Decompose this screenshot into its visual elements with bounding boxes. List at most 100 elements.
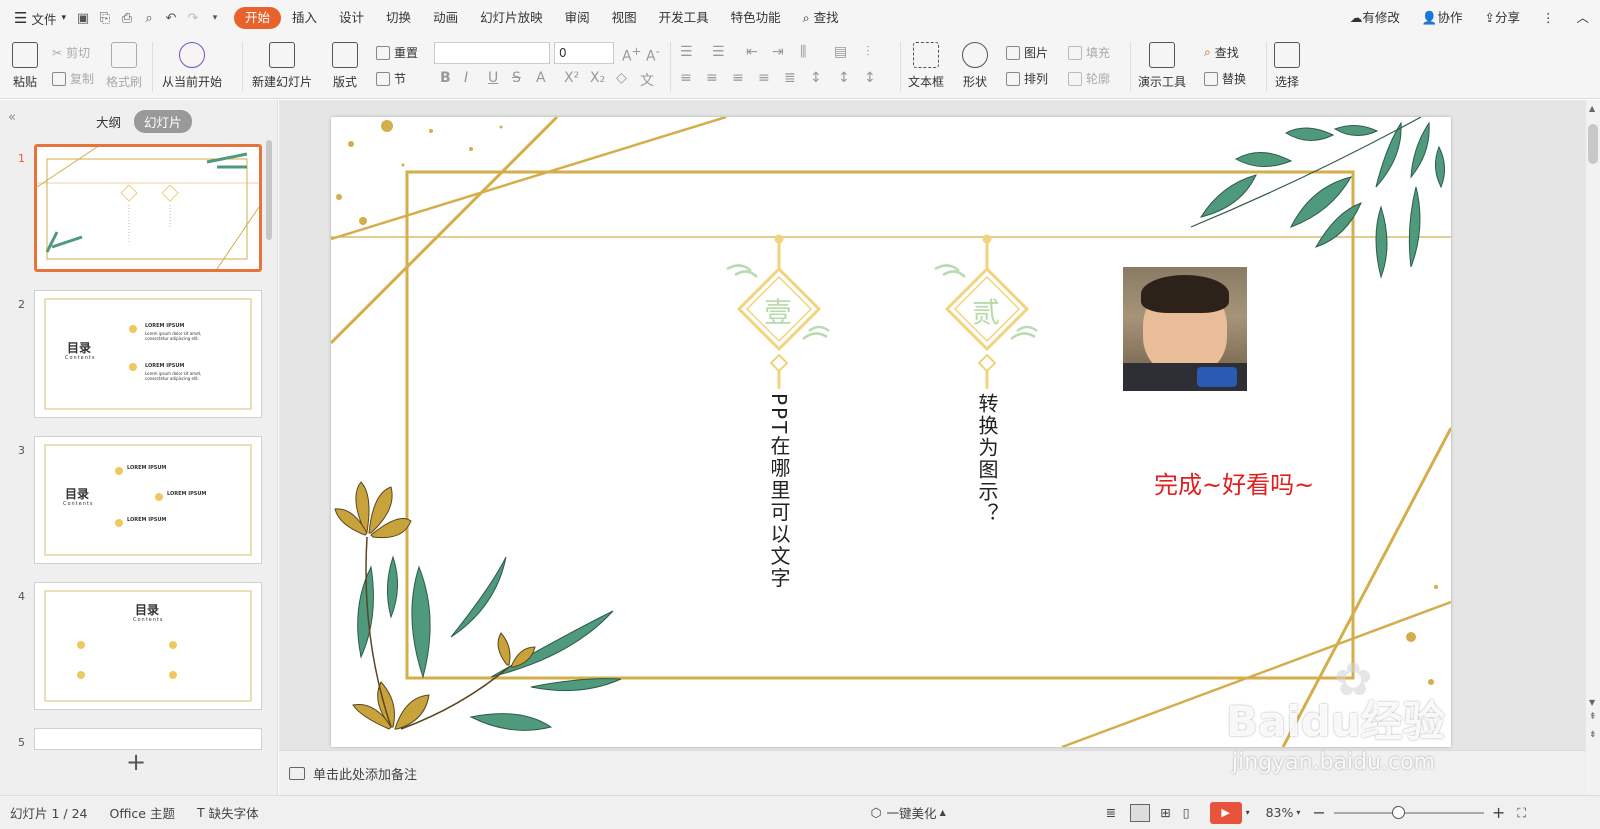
line-spacing-icon[interactable]: ↕ bbox=[810, 70, 822, 86]
strikethrough-icon[interactable]: S bbox=[512, 70, 521, 86]
sorter-view-icon[interactable]: ⊞ bbox=[1160, 805, 1170, 820]
slide-thumbnail-4[interactable]: 目录 Contents bbox=[34, 582, 262, 710]
zoom-out-button[interactable]: − bbox=[1312, 803, 1325, 822]
text-effect-icon[interactable]: 文 bbox=[640, 70, 654, 90]
layout-button[interactable]: 版式 bbox=[332, 42, 358, 90]
shape-button[interactable]: 形状 bbox=[962, 42, 988, 90]
print-icon[interactable]: ⎙ bbox=[116, 7, 138, 29]
replace-button[interactable]: 替换 bbox=[1204, 70, 1246, 87]
picture-button[interactable]: 图片 bbox=[1006, 44, 1048, 61]
tab-developer[interactable]: 开发工具 bbox=[648, 7, 720, 29]
decrease-indent-icon[interactable]: ⇤ bbox=[746, 44, 758, 60]
save-icon[interactable]: ▣ bbox=[72, 7, 94, 29]
tab-slides[interactable]: 幻灯片 bbox=[134, 110, 192, 133]
paste-button[interactable]: 粘贴 bbox=[12, 42, 38, 90]
collapse-panel-icon[interactable]: « bbox=[8, 110, 16, 125]
bold-icon[interactable]: B bbox=[440, 70, 451, 86]
tab-special-features[interactable]: 特色功能 bbox=[720, 7, 792, 29]
paragraph-spacing-icon[interactable]: ↕ bbox=[838, 70, 850, 86]
undo-icon[interactable]: ↶ bbox=[160, 7, 182, 29]
slide-thumbnail-2[interactable]: 目录 Contents LOREM IPSUM Lorem ipsum dolo… bbox=[34, 290, 262, 418]
slide-caption[interactable]: 完成~好看吗~ bbox=[1154, 465, 1314, 500]
distributed-icon[interactable]: ≣ bbox=[784, 70, 796, 86]
find-button[interactable]: ⌕ 查找 bbox=[1204, 44, 1239, 61]
zoom-slider[interactable] bbox=[1333, 805, 1484, 819]
tab-animations[interactable]: 动画 bbox=[422, 7, 469, 29]
notes-view-icon[interactable]: ≣ bbox=[1106, 805, 1116, 820]
missing-font-button[interactable]: T 缺失字体 bbox=[197, 803, 259, 822]
align-center-icon[interactable]: ≡ bbox=[706, 70, 718, 86]
vertical-text-1[interactable]: PPT在哪里可以文字 bbox=[765, 393, 794, 589]
next-slide-icon[interactable]: ⇟ bbox=[1589, 730, 1597, 740]
presenter-tools-button[interactable]: 演示工具 bbox=[1138, 42, 1186, 90]
increase-font-icon[interactable]: A+ bbox=[622, 44, 641, 65]
prev-slide-icon[interactable]: ⇞ bbox=[1589, 712, 1597, 722]
play-from-current-button[interactable]: 从当前开始 bbox=[162, 42, 222, 90]
subscript-icon[interactable]: X₂ bbox=[590, 70, 605, 86]
zoom-dropdown-icon[interactable]: ▾ bbox=[1296, 808, 1300, 817]
select-button[interactable]: 选择 bbox=[1274, 42, 1300, 90]
justify-icon[interactable]: ≡ bbox=[758, 70, 770, 86]
share-button[interactable]: ⇪分享 bbox=[1473, 7, 1531, 29]
align-right-icon[interactable]: ≡ bbox=[732, 70, 744, 86]
arrange-button[interactable]: 排列 bbox=[1006, 70, 1048, 87]
fill-button[interactable]: 填充 bbox=[1068, 44, 1110, 61]
vertical-text-2[interactable]: 转换为图示？ bbox=[973, 393, 1002, 525]
new-slide-button[interactable]: 新建幻灯片 bbox=[252, 42, 312, 90]
more-options-icon[interactable]: ⋮ bbox=[1531, 7, 1566, 29]
tab-slideshow[interactable]: 幻灯片放映 bbox=[469, 7, 554, 29]
collaborate-button[interactable]: 👤协作 bbox=[1411, 7, 1474, 29]
decrease-font-icon[interactable]: A- bbox=[646, 44, 660, 65]
numbered-list-icon[interactable]: ☰ bbox=[712, 44, 725, 60]
vertical-scrollbar[interactable]: ▲ ▼ ⇞ ⇟ bbox=[1586, 100, 1600, 795]
underline-icon[interactable]: U bbox=[488, 70, 498, 86]
zoom-value[interactable]: 83% bbox=[1266, 805, 1294, 820]
normal-view-icon[interactable] bbox=[1130, 803, 1151, 822]
bullet-list-icon[interactable]: ☰ bbox=[680, 44, 693, 60]
export-icon[interactable]: ⎘ bbox=[94, 7, 116, 29]
format-painter-button[interactable]: 格式刷 bbox=[106, 42, 142, 90]
thumbnail-scrollbar[interactable] bbox=[266, 140, 272, 240]
tab-review[interactable]: 审阅 bbox=[554, 7, 601, 29]
slide-thumbnail-1[interactable] bbox=[34, 144, 262, 272]
beautify-button[interactable]: ⬡ 一键美化 ▲ bbox=[871, 803, 946, 822]
scroll-up-icon[interactable]: ▲ bbox=[1589, 104, 1595, 113]
play-slideshow-button[interactable]: ▶ bbox=[1209, 801, 1242, 824]
slide-thumbnail-5[interactable] bbox=[34, 728, 262, 750]
align-left-icon[interactable]: ≡ bbox=[680, 70, 692, 86]
tab-insert[interactable]: 插入 bbox=[281, 7, 328, 29]
add-slide-button[interactable]: + bbox=[126, 748, 146, 776]
theme-name[interactable]: Office 主题 bbox=[110, 803, 175, 822]
child-photo[interactable] bbox=[1123, 267, 1247, 391]
paragraph-settings-icon[interactable]: ↕ bbox=[864, 70, 876, 86]
font-color-icon[interactable]: A bbox=[536, 70, 546, 86]
increase-indent-icon[interactable]: ⇥ bbox=[772, 44, 784, 60]
superscript-icon[interactable]: X² bbox=[564, 70, 579, 86]
columns-icon[interactable]: ⫼ bbox=[800, 44, 806, 60]
cut-button[interactable]: ✂ 剪切 bbox=[52, 44, 90, 61]
text-direction-icon[interactable]: ▤ bbox=[834, 44, 847, 60]
font-name-input[interactable] bbox=[434, 42, 550, 64]
tab-transitions[interactable]: 切换 bbox=[375, 7, 422, 29]
search-command[interactable]: ⌕ 查找 bbox=[792, 7, 850, 29]
slide-thumbnail-3[interactable]: 目录 Contents LOREM IPSUM LOREM IPSUM LORE… bbox=[34, 436, 262, 564]
reading-view-icon[interactable]: ▯ bbox=[1183, 805, 1190, 820]
align-text-icon[interactable]: ⫶ bbox=[866, 44, 870, 60]
fit-window-icon[interactable]: ⛶ bbox=[1517, 805, 1526, 821]
slide-canvas[interactable]: 壹 贰 PPT在哪里可以文字 转换为图示？ 完成~好看吗~ bbox=[331, 117, 1451, 747]
reset-button[interactable]: 重置 bbox=[376, 44, 418, 61]
zoom-slider-thumb[interactable] bbox=[1391, 805, 1405, 819]
customize-quick-access-icon[interactable]: ▾ bbox=[204, 7, 226, 29]
scroll-thumb[interactable] bbox=[1588, 124, 1598, 164]
outline-button[interactable]: 轮廓 bbox=[1068, 70, 1110, 87]
scroll-down-icon[interactable]: ▼ bbox=[1589, 698, 1595, 707]
tab-view[interactable]: 视图 bbox=[601, 7, 648, 29]
tab-outline[interactable]: 大纲 bbox=[96, 112, 121, 131]
text-box-button[interactable]: 文本框 bbox=[908, 42, 944, 90]
file-menu[interactable]: ☰ 文件 ▾ bbox=[0, 9, 72, 28]
zoom-in-button[interactable]: + bbox=[1492, 803, 1505, 822]
section-button[interactable]: 节 bbox=[376, 70, 406, 87]
tab-home[interactable]: 开始 bbox=[234, 7, 282, 29]
copy-button[interactable]: 复制 bbox=[52, 70, 94, 87]
print-preview-icon[interactable]: ⌕ bbox=[138, 7, 160, 29]
